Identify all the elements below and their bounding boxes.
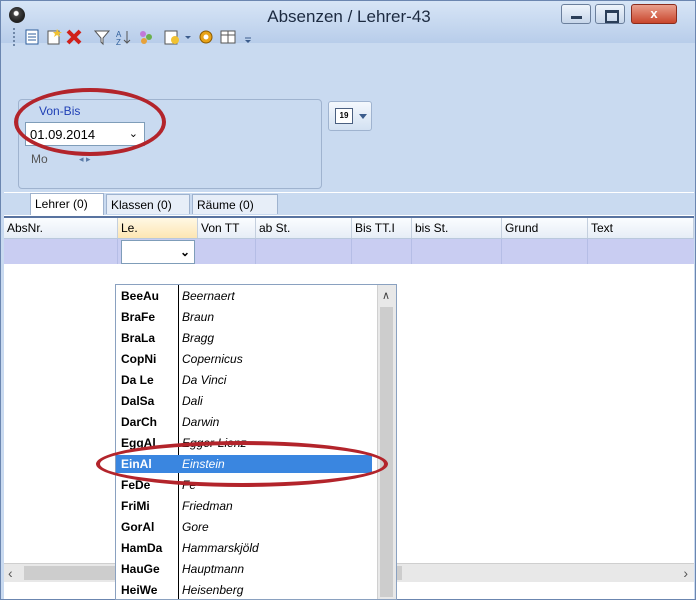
list-icon[interactable] bbox=[23, 28, 41, 46]
new-row-cell[interactable] bbox=[4, 239, 118, 264]
svg-text:Z: Z bbox=[116, 38, 121, 46]
list-item[interactable]: BeeAu Beernaert bbox=[116, 287, 372, 305]
scrollbar-thumb[interactable] bbox=[380, 307, 393, 597]
new-row[interactable] bbox=[4, 239, 694, 264]
calendar-grid-icon[interactable] bbox=[219, 28, 237, 46]
teacher-code: BraLa bbox=[121, 331, 156, 345]
list-item[interactable]: GorAl Gore bbox=[116, 518, 372, 536]
scroll-up-icon[interactable]: ∧ bbox=[382, 289, 390, 302]
list-item[interactable]: BraLa Bragg bbox=[116, 329, 372, 347]
annotation-ellipse-selection bbox=[96, 441, 388, 487]
list-item[interactable]: BraFe Braun bbox=[116, 308, 372, 326]
teacher-name: Braun bbox=[182, 310, 215, 324]
chevron-down-icon[interactable]: ⌄ bbox=[180, 245, 190, 259]
people-icon[interactable] bbox=[137, 28, 155, 46]
scroll-left-icon[interactable]: ‹ bbox=[8, 565, 13, 581]
list-item[interactable]: DarCh Darwin bbox=[116, 413, 372, 431]
teacher-code: DarCh bbox=[121, 415, 158, 429]
teacher-name: Beernaert bbox=[182, 289, 235, 303]
calendar-button[interactable] bbox=[328, 101, 372, 131]
teacher-name: Bragg bbox=[182, 331, 215, 345]
teacher-code: HauGe bbox=[121, 562, 160, 576]
sort-icon[interactable]: AZ bbox=[115, 28, 133, 46]
list-item[interactable]: Da Le Da Vinci bbox=[116, 371, 372, 389]
tab-raeume[interactable]: Räume (0) bbox=[192, 194, 278, 214]
new-row-cell[interactable] bbox=[198, 239, 256, 264]
window-title: Absenzen / Lehrer-43 bbox=[267, 7, 431, 26]
annotation-ellipse-date bbox=[14, 88, 166, 156]
toolbar-overflow-icon[interactable] bbox=[243, 28, 253, 46]
grid-header: AbsNr. Le. Von TT ab St. Bis TT.I bis St… bbox=[4, 218, 694, 239]
list-item[interactable]: CopNi Copernicus bbox=[116, 350, 372, 368]
teacher-code: BeeAu bbox=[121, 289, 160, 303]
column-header[interactable]: Grund bbox=[502, 218, 588, 238]
teacher-code: HamDa bbox=[121, 541, 163, 555]
list-item[interactable]: DalSa Dali bbox=[116, 392, 372, 410]
weekday-label: Mo bbox=[31, 152, 48, 166]
tab-klassen[interactable]: Klassen (0) bbox=[106, 194, 190, 214]
list-item[interactable]: HauGe Hauptmann bbox=[116, 560, 372, 578]
list-item[interactable]: HamDa Hammarskjöld bbox=[116, 539, 372, 557]
minimize-button[interactable] bbox=[561, 4, 591, 24]
vertical-scrollbar[interactable]: ∧ bbox=[377, 285, 396, 599]
report-icon[interactable] bbox=[163, 28, 181, 46]
scroll-right-icon[interactable]: › bbox=[683, 565, 688, 581]
teacher-name: Darwin bbox=[182, 415, 220, 429]
toolbar-grip[interactable] bbox=[13, 28, 18, 46]
column-header[interactable]: bis St. bbox=[412, 218, 502, 238]
column-header[interactable]: AbsNr. bbox=[4, 218, 118, 238]
new-row-cell[interactable] bbox=[256, 239, 352, 264]
list-item[interactable]: FriMi Friedman bbox=[116, 497, 372, 515]
new-row-cell[interactable] bbox=[502, 239, 588, 264]
teacher-name: Hauptmann bbox=[182, 562, 245, 576]
teacher-name: Copernicus bbox=[182, 352, 243, 366]
teacher-code: FriMi bbox=[121, 499, 150, 513]
column-header[interactable]: Bis TT.I bbox=[352, 218, 412, 238]
teacher-name: Hammarskjöld bbox=[182, 541, 259, 555]
teacher-name: Dali bbox=[182, 394, 203, 408]
teacher-code: CopNi bbox=[121, 352, 157, 366]
teacher-code: DalSa bbox=[121, 394, 155, 408]
column-header[interactable]: Le. bbox=[118, 218, 198, 238]
new-row-cell[interactable] bbox=[352, 239, 412, 264]
settings-icon[interactable] bbox=[197, 28, 215, 46]
teacher-name: Da Vinci bbox=[182, 373, 227, 387]
teacher-name: Friedman bbox=[182, 499, 233, 513]
list-item[interactable]: HeiWe Heisenberg bbox=[116, 581, 372, 599]
report-dropdown-icon[interactable] bbox=[183, 28, 193, 46]
column-header[interactable]: Von TT bbox=[198, 218, 256, 238]
filter-icon[interactable] bbox=[93, 28, 111, 46]
teacher-code: Da Le bbox=[121, 373, 154, 387]
column-header[interactable]: Text bbox=[588, 218, 694, 238]
teacher-name: Heisenberg bbox=[182, 583, 244, 597]
tab-strip: Lehrer (0) Klassen (0) Räume (0) bbox=[4, 193, 694, 215]
new-icon[interactable] bbox=[45, 28, 63, 46]
teacher-code: BraFe bbox=[121, 310, 156, 324]
teacher-code: HeiWe bbox=[121, 583, 158, 597]
toolbar: AZ bbox=[13, 26, 359, 50]
new-row-cell[interactable] bbox=[412, 239, 502, 264]
tab-lehrer[interactable]: Lehrer (0) bbox=[30, 193, 104, 215]
maximize-button[interactable] bbox=[595, 4, 625, 24]
column-header[interactable]: ab St. bbox=[256, 218, 352, 238]
delete-icon[interactable] bbox=[65, 28, 83, 46]
close-button[interactable]: x bbox=[631, 4, 677, 24]
teacher-code: GorAl bbox=[121, 520, 155, 534]
teacher-combo[interactable]: ⌄ bbox=[121, 240, 195, 264]
teacher-name: Gore bbox=[182, 520, 209, 534]
